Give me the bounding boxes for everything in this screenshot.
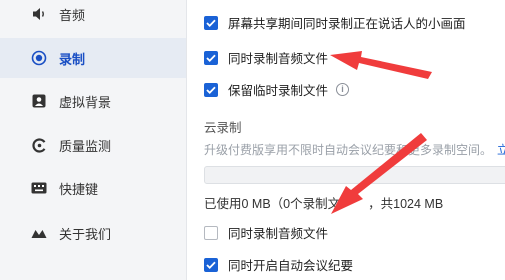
checkbox-checked[interactable] xyxy=(204,15,218,30)
option-label: 保留临时录制文件 xyxy=(228,84,329,98)
logo-icon xyxy=(31,225,47,241)
storage-usage-bar xyxy=(204,166,505,184)
usage-suffix: ，共1024 MB xyxy=(368,197,444,211)
option-label: 同时开启自动会议纪要 xyxy=(228,259,354,273)
person-icon xyxy=(31,93,47,109)
sidebar-item-quality-monitor[interactable]: 质量监测 xyxy=(0,125,186,165)
option-label: 同时录制音频文件 xyxy=(228,52,329,66)
usage-prefix: 已使用0 MB（0个录制文 xyxy=(204,197,341,211)
option-label: 屏幕共享期间同时录制正在说话人的小画面 xyxy=(228,17,466,31)
sidebar-item-label: 质量监测 xyxy=(59,138,112,154)
sidebar-item-label: 快捷键 xyxy=(59,181,99,197)
checkbox-checked[interactable] xyxy=(204,82,218,97)
option-label: 同时录制音频文件 xyxy=(228,227,329,241)
upgrade-link[interactable]: 立 xyxy=(497,143,505,157)
cloud-recording-title: 云录制 xyxy=(204,121,242,135)
recording-settings-panel: 屏幕共享期间同时录制正在说话人的小画面 同时录制音频文件 保留临时录制文件 i … xyxy=(187,0,505,280)
record-icon xyxy=(31,50,47,66)
speaker-icon xyxy=(31,6,47,22)
settings-sidebar: 音频 录制 虚拟背景 质量监测 快捷键 关于我们 xyxy=(0,0,187,280)
sidebar-item-label: 虚拟背景 xyxy=(59,94,112,110)
auto-meeting-minutes-option[interactable]: 同时开启自动会议纪要 xyxy=(204,255,353,274)
sidebar-item-virtual-background[interactable]: 虚拟背景 xyxy=(0,81,186,121)
sidebar-item-about-us[interactable]: 关于我们 xyxy=(0,213,186,253)
record-audio-file-option[interactable]: 同时录制音频文件 xyxy=(204,48,328,67)
keyboard-icon xyxy=(31,180,47,196)
sidebar-item-audio[interactable]: 音频 xyxy=(0,0,186,34)
sidebar-item-label: 录制 xyxy=(59,51,86,67)
info-icon[interactable]: i xyxy=(336,83,350,96)
upgrade-text: 升级付费版享用不限时自动会议纪要和更多录制空间。 xyxy=(204,143,493,157)
cloud-record-audio-option[interactable]: 同时录制音频文件 xyxy=(204,223,328,242)
sidebar-item-label: 关于我们 xyxy=(59,226,112,242)
checkbox-checked[interactable] xyxy=(204,257,218,272)
keep-temp-recording-option[interactable]: 保留临时录制文件 i xyxy=(204,80,350,99)
storage-usage-text: 已使用0 MB（0个录制文 ，共1024 MB xyxy=(204,193,443,212)
sidebar-item-record[interactable]: 录制 xyxy=(0,38,186,78)
upgrade-notice: 升级付费版享用不限时自动会议纪要和更多录制空间。立 xyxy=(204,141,505,158)
gauge-icon xyxy=(31,137,47,153)
checkbox-checked[interactable] xyxy=(204,50,218,65)
sidebar-item-label: 音频 xyxy=(59,7,86,23)
screen-share-record-speaker-option[interactable]: 屏幕共享期间同时录制正在说话人的小画面 xyxy=(204,13,466,32)
checkbox-unchecked[interactable] xyxy=(204,225,218,240)
sidebar-item-shortcuts[interactable]: 快捷键 xyxy=(0,168,186,208)
